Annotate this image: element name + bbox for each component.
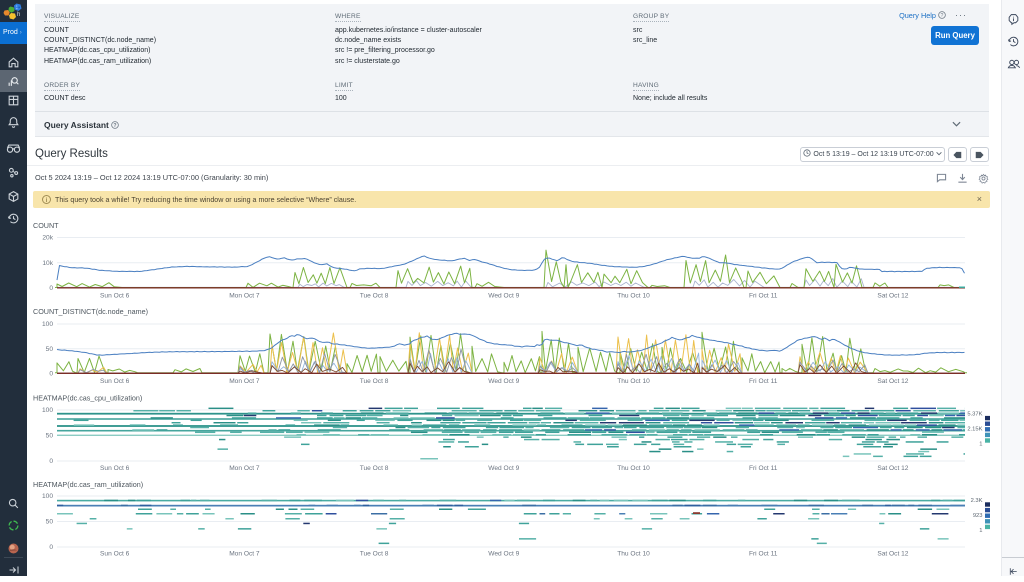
svg-text:1: 1 [979, 528, 982, 534]
svg-text:5.37K: 5.37K [967, 412, 982, 418]
svg-text:2.15K: 2.15K [967, 427, 982, 433]
svg-text:100: 100 [42, 493, 53, 500]
svg-text:Fri Oct 11: Fri Oct 11 [749, 378, 778, 385]
svg-text:Sat Oct 12: Sat Oct 12 [877, 551, 908, 558]
svg-text:Mon Oct 7: Mon Oct 7 [229, 378, 260, 385]
svg-text:Tue Oct 8: Tue Oct 8 [360, 378, 389, 385]
svg-text:Thu Oct 10: Thu Oct 10 [617, 551, 650, 558]
svg-text:0: 0 [49, 544, 53, 551]
svg-text:Tue Oct 8: Tue Oct 8 [360, 551, 389, 558]
svg-text:Mon Oct 7: Mon Oct 7 [229, 465, 260, 472]
svg-text:Sun Oct 6: Sun Oct 6 [100, 293, 130, 300]
svg-text:Sat Oct 12: Sat Oct 12 [877, 378, 908, 385]
svg-text:COUNT: COUNT [33, 221, 59, 230]
svg-text:20k: 20k [42, 235, 53, 242]
svg-text:COUNT_DISTINCT(dc.node_name): COUNT_DISTINCT(dc.node_name) [33, 307, 148, 316]
svg-text:Sat Oct 12: Sat Oct 12 [877, 293, 908, 300]
svg-text:50: 50 [46, 433, 54, 440]
svg-text:Sun Oct 6: Sun Oct 6 [100, 465, 130, 472]
svg-text:50: 50 [46, 346, 54, 353]
svg-text:Wed Oct 9: Wed Oct 9 [488, 551, 519, 558]
svg-text:Tue Oct 8: Tue Oct 8 [360, 465, 389, 472]
svg-text:Sat Oct 12: Sat Oct 12 [877, 465, 908, 472]
svg-text:1: 1 [979, 442, 982, 448]
svg-text:0: 0 [49, 371, 53, 378]
svg-text:Wed Oct 9: Wed Oct 9 [488, 378, 519, 385]
svg-text:Mon Oct 7: Mon Oct 7 [229, 293, 260, 300]
svg-text:50: 50 [46, 519, 54, 526]
svg-text:Thu Oct 10: Thu Oct 10 [617, 293, 650, 300]
svg-text:Thu Oct 10: Thu Oct 10 [617, 378, 650, 385]
svg-text:Wed Oct 9: Wed Oct 9 [488, 465, 519, 472]
svg-text:Fri Oct 11: Fri Oct 11 [749, 465, 778, 472]
svg-text:Thu Oct 10: Thu Oct 10 [617, 465, 650, 472]
svg-text:HEATMAP(dc.cas_ram_utilization: HEATMAP(dc.cas_ram_utilization) [33, 480, 143, 489]
svg-text:0: 0 [49, 285, 53, 292]
svg-text:100: 100 [42, 321, 53, 328]
svg-text:2.3K: 2.3K [971, 498, 983, 504]
svg-text:Fri Oct 11: Fri Oct 11 [749, 551, 778, 558]
svg-text:HEATMAP(dc.cas_cpu_utilization: HEATMAP(dc.cas_cpu_utilization) [33, 394, 142, 403]
svg-text:Tue Oct 8: Tue Oct 8 [360, 293, 389, 300]
svg-text:0: 0 [49, 458, 53, 465]
svg-text:Wed Oct 9: Wed Oct 9 [488, 293, 519, 300]
svg-text:923: 923 [973, 513, 983, 519]
svg-text:Sun Oct 6: Sun Oct 6 [100, 378, 130, 385]
svg-text:100: 100 [42, 407, 53, 414]
svg-text:Fri Oct 11: Fri Oct 11 [749, 293, 778, 300]
svg-text:10k: 10k [42, 260, 53, 267]
svg-text:Mon Oct 7: Mon Oct 7 [229, 551, 260, 558]
svg-text:h: h [17, 12, 20, 18]
svg-text:Sun Oct 6: Sun Oct 6 [100, 551, 130, 558]
